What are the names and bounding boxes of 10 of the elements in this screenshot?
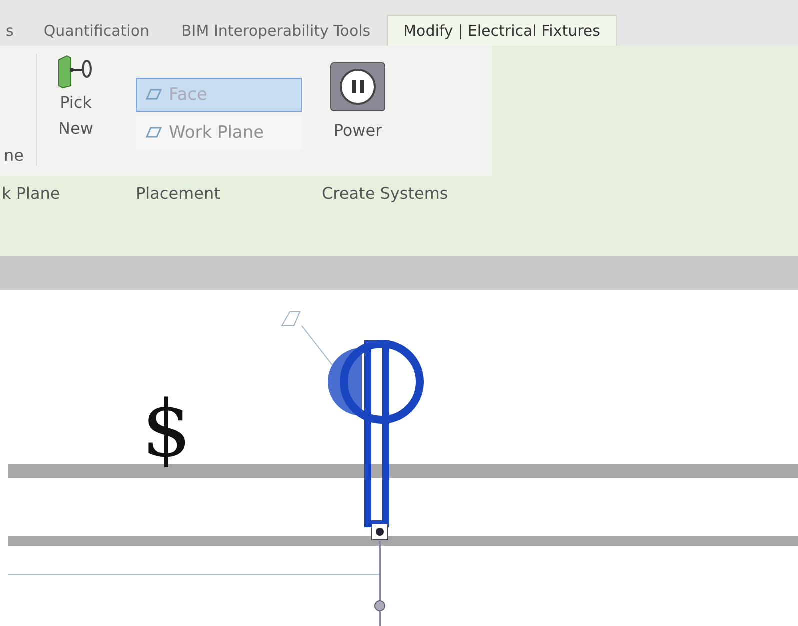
switch-symbol: $ — [142, 388, 192, 472]
ribbon-tab[interactable]: Quantification — [28, 16, 166, 46]
plane-icon — [145, 125, 163, 141]
ribbon-tab[interactable]: Modify | Electrical Fixtures — [386, 15, 618, 46]
pick-new-button[interactable]: Pick New — [47, 54, 105, 142]
plane-icon — [145, 87, 163, 103]
ribbon-button[interactable]: ne — [0, 146, 36, 165]
ribbon-tab[interactable]: s — [2, 16, 28, 46]
ribbon-tab[interactable]: BIM Interoperability Tools — [166, 16, 387, 46]
outlet-icon — [330, 62, 386, 112]
